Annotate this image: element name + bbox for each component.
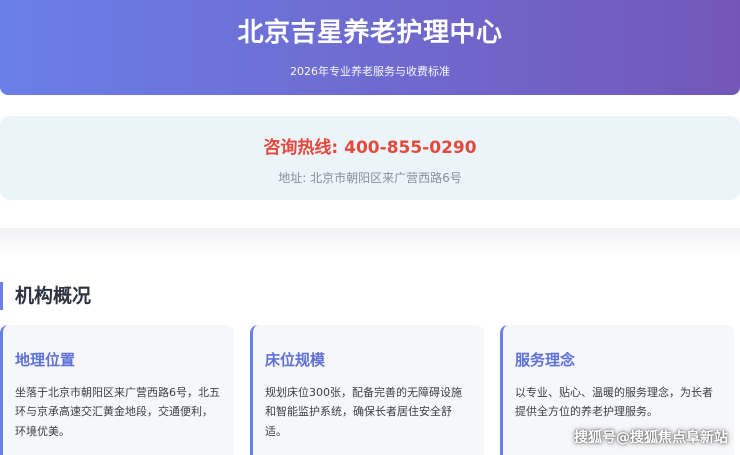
address-text: 地址: 北京市朝阳区来广营西路6号 (278, 171, 462, 185)
card-bed-capacity: 床位规模 规划床位300张，配备完善的无障碍设施和智能监护系统，确保长者居住安全… (250, 325, 484, 455)
section-title: 机构概况 (0, 282, 91, 310)
card-text: 规划床位300张，配备完善的无障碍设施和智能监护系统，确保长者居住安全舒适。 (265, 386, 462, 438)
card-title: 服务理念 (515, 351, 576, 369)
page-title: 北京吉星养老护理中心 (237, 18, 503, 48)
contact-info-panel: 咨询热线: 400-855-0290 地址: 北京市朝阳区来广营西路6号 (0, 116, 740, 200)
card-title: 床位规模 (265, 351, 326, 369)
hotline-text[interactable]: 咨询热线: 400-855-0290 (0, 138, 740, 158)
card-title: 地理位置 (15, 351, 76, 369)
watermark-text: 搜狐号@搜狐焦点阜新站 (574, 430, 728, 446)
card-text: 坐落于北京市朝阳区来广营西路6号，北五环与京承高速交汇黄金地段，交通便利，环境优… (15, 386, 220, 438)
card-location: 地理位置 坐落于北京市朝阳区来广营西路6号，北五环与京承高速交汇黄金地段，交通便… (0, 325, 234, 455)
page: 北京吉星养老护理中心 2026年专业养老服务与收费标准 咨询热线: 400-85… (0, 0, 740, 455)
page-subtitle: 2026年专业养老服务与收费标准 (290, 65, 450, 78)
section-divider (0, 228, 740, 256)
header-banner: 北京吉星养老护理中心 2026年专业养老服务与收费标准 (0, 0, 740, 95)
card-text: 以专业、贴心、温暖的服务理念，为长者提供全方位的养老护理服务。 (515, 386, 713, 419)
